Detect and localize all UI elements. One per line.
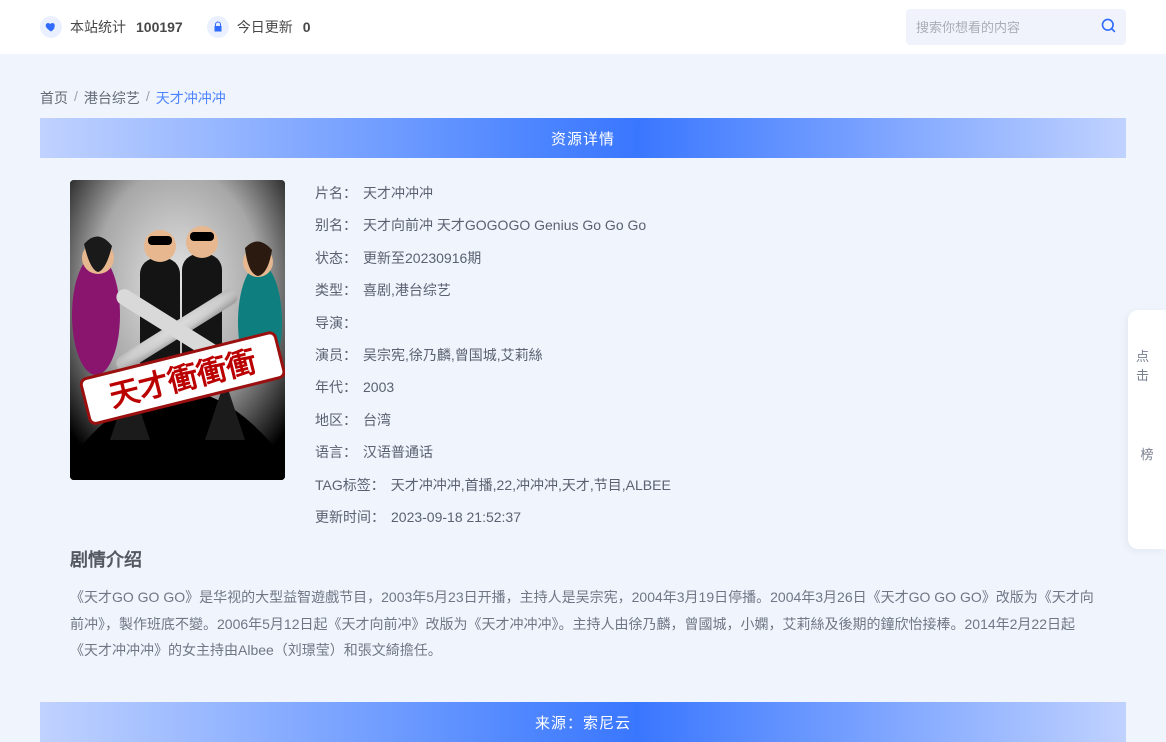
today-stat: 今日更新 0 <box>207 16 311 38</box>
meta-cast: 吴宗宪,徐乃麟,曾国城,艾莉絲 <box>363 344 543 366</box>
meta-genre-lbl: 类型： <box>315 279 357 301</box>
plot-heading: 剧情介绍 <box>70 546 1096 572</box>
meta-genre: 喜剧,港台综艺 <box>363 279 451 301</box>
meta-lang-lbl: 语言： <box>315 441 357 463</box>
search-icon[interactable] <box>1100 17 1117 37</box>
site-stat-label: 本站统计 <box>70 17 126 37</box>
meta-region-lbl: 地区： <box>315 409 357 431</box>
lock-icon <box>207 16 229 38</box>
crumb-sep: / <box>146 88 150 108</box>
source-banner: 来源：索尼云 <box>40 702 1126 742</box>
crumb-category[interactable]: 港台综艺 <box>84 88 140 108</box>
meta-alias-lbl: 别名： <box>315 214 357 236</box>
meta-tag-lbl: TAG标签： <box>315 474 385 496</box>
crumb-home[interactable]: 首页 <box>40 88 68 108</box>
crumb-current: 天才冲冲冲 <box>156 88 226 108</box>
meta-cast-lbl: 演员： <box>315 344 357 366</box>
poster: 天才衝衝衝 <box>70 180 285 480</box>
meta-alias: 天才向前冲 天才GOGOGO Genius Go Go Go <box>363 214 646 236</box>
site-stat: 本站统计 100197 <box>40 16 183 38</box>
meta-updated-lbl: 更新时间： <box>315 506 385 528</box>
meta-region: 台湾 <box>363 409 391 431</box>
side-rank-label[interactable]: 榜 <box>1140 444 1153 463</box>
side-click-label[interactable]: 点击 <box>1136 346 1158 384</box>
meta-title: 天才冲冲冲 <box>363 182 433 204</box>
meta-updated: 2023-09-18 21:52:37 <box>391 506 521 528</box>
meta-tag: 天才冲冲冲,首播,22,冲冲冲,天才,节目,ALBEE <box>391 474 671 496</box>
meta-status: 更新至20230916期 <box>363 247 481 269</box>
search-input[interactable] <box>916 20 1092 35</box>
meta-status-lbl: 状态： <box>315 247 357 269</box>
heart-icon <box>40 16 62 38</box>
breadcrumb: 首页 / 港台综艺 / 天才冲冲冲 <box>40 72 1126 118</box>
meta-lang: 汉语普通话 <box>363 441 433 463</box>
plot-text: 《天才GO GO GO》是华视的大型益智遊戲节目，2003年5月23日开播，主持… <box>70 584 1096 664</box>
meta-year: 2003 <box>363 376 394 398</box>
meta-director-lbl: 导演： <box>315 312 357 334</box>
search-box[interactable] <box>906 9 1126 45</box>
topbar: 本站统计 100197 今日更新 0 <box>0 0 1166 54</box>
detail-banner: 资源详情 <box>40 118 1126 158</box>
meta-year-lbl: 年代： <box>315 376 357 398</box>
today-stat-label: 今日更新 <box>237 17 293 37</box>
site-stat-value: 100197 <box>136 19 183 35</box>
crumb-sep: / <box>74 88 78 108</box>
meta-title-lbl: 片名： <box>315 182 357 204</box>
today-stat-value: 0 <box>303 19 311 35</box>
plot-section: 剧情介绍 《天才GO GO GO》是华视的大型益智遊戲节目，2003年5月23日… <box>70 528 1096 664</box>
side-floating-panel[interactable]: 点击 榜 <box>1128 310 1166 549</box>
